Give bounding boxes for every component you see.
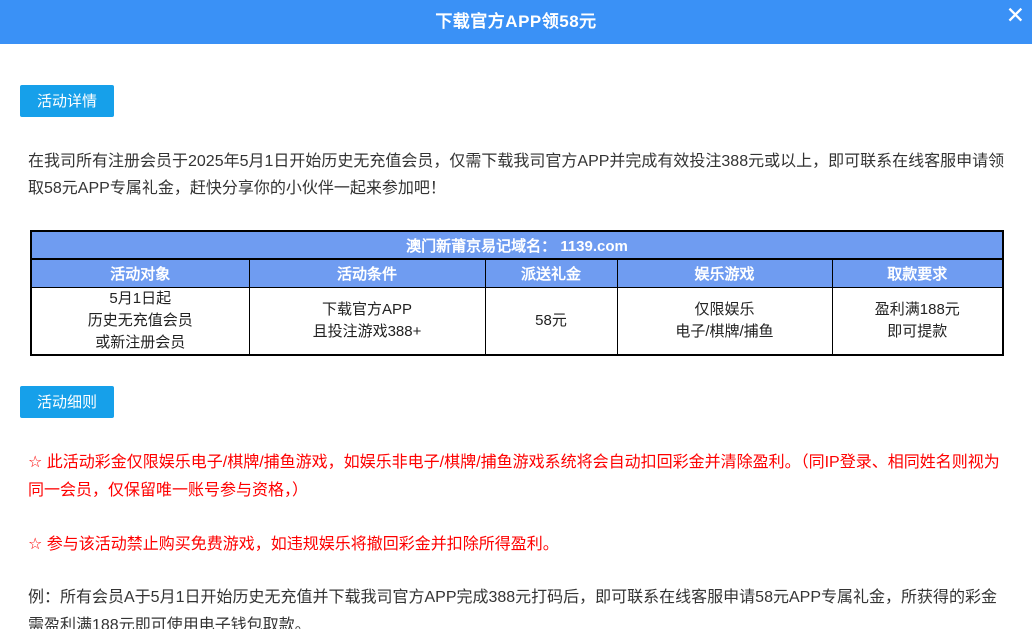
col-header-gift: 派送礼金: [485, 259, 617, 287]
cell-condition: 下载官方APP 且投注游戏388+: [249, 287, 485, 355]
rule-text-1: ☆ 此活动彩金仅限娱乐电子/棋牌/捕鱼游戏，如娱乐非电子/棋牌/捕鱼游戏系统将会…: [28, 449, 1012, 505]
table-header-row: 活动对象 活动条件 派送礼金 娱乐游戏 取款要求: [31, 259, 1003, 287]
cell-withdraw: 盈利满188元 即可提款: [832, 287, 1003, 355]
cell-line: 或新注册会员: [32, 332, 249, 354]
table-title-row: 澳门新莆京易记域名： 1139.com: [31, 231, 1003, 259]
section-badge-details: 活动详情: [20, 85, 114, 117]
cell-line: 5月1日起: [32, 288, 249, 310]
rule-text-2: ☆ 参与该活动禁止购买免费游戏，如违规娱乐将撤回彩金并扣除所得盈利。: [28, 531, 1012, 559]
modal-header: 下载官方APP领58元 ✕: [0, 0, 1032, 44]
cell-games: 仅限娱乐 电子/棋牌/捕鱼: [617, 287, 832, 355]
cell-line: 历史无充值会员: [32, 310, 249, 332]
cell-line: 下载官方APP: [250, 299, 485, 321]
cell-line: 盈利满188元: [833, 299, 1003, 321]
rules-badge-wrap: 活动细则: [28, 386, 1010, 418]
cell-line: 且投注游戏388+: [250, 321, 485, 343]
promo-modal: 下载官方APP领58元 ✕ 活动详情 在我司所有注册会员于2025年5月1日开始…: [0, 0, 1032, 629]
promo-table: 澳门新莆京易记域名： 1139.com 活动对象 活动条件 派送礼金 娱乐游戏 …: [30, 230, 1004, 356]
modal-title: 下载官方APP领58元: [0, 7, 1032, 32]
cell-gift: 58元: [485, 287, 617, 355]
cell-line: 电子/棋牌/捕鱼: [618, 321, 832, 343]
cell-line: 58元: [486, 310, 617, 332]
table-row: 5月1日起 历史无充值会员 或新注册会员 下载官方APP 且投注游戏388+ 5…: [31, 287, 1003, 355]
col-header-games: 娱乐游戏: [617, 259, 832, 287]
table-title: 澳门新莆京易记域名： 1139.com: [31, 231, 1003, 259]
cell-line: 即可提款: [833, 321, 1003, 343]
example-text: 例：所有会员A于5月1日开始历史无充值并下载我司官方APP完成388元打码后，即…: [28, 584, 1012, 629]
close-icon[interactable]: ✕: [1004, 2, 1027, 28]
col-header-condition: 活动条件: [249, 259, 485, 287]
cell-target: 5月1日起 历史无充值会员 或新注册会员: [31, 287, 249, 355]
section-badge-rules: 活动细则: [20, 386, 114, 418]
intro-text: 在我司所有注册会员于2025年5月1日开始历史无充值会员，仅需下载我司官方APP…: [28, 148, 1012, 202]
col-header-target: 活动对象: [31, 259, 249, 287]
cell-line: 仅限娱乐: [618, 299, 832, 321]
modal-body: 活动详情 在我司所有注册会员于2025年5月1日开始历史无充值会员，仅需下载我司…: [0, 44, 1032, 629]
col-header-withdraw: 取款要求: [832, 259, 1003, 287]
